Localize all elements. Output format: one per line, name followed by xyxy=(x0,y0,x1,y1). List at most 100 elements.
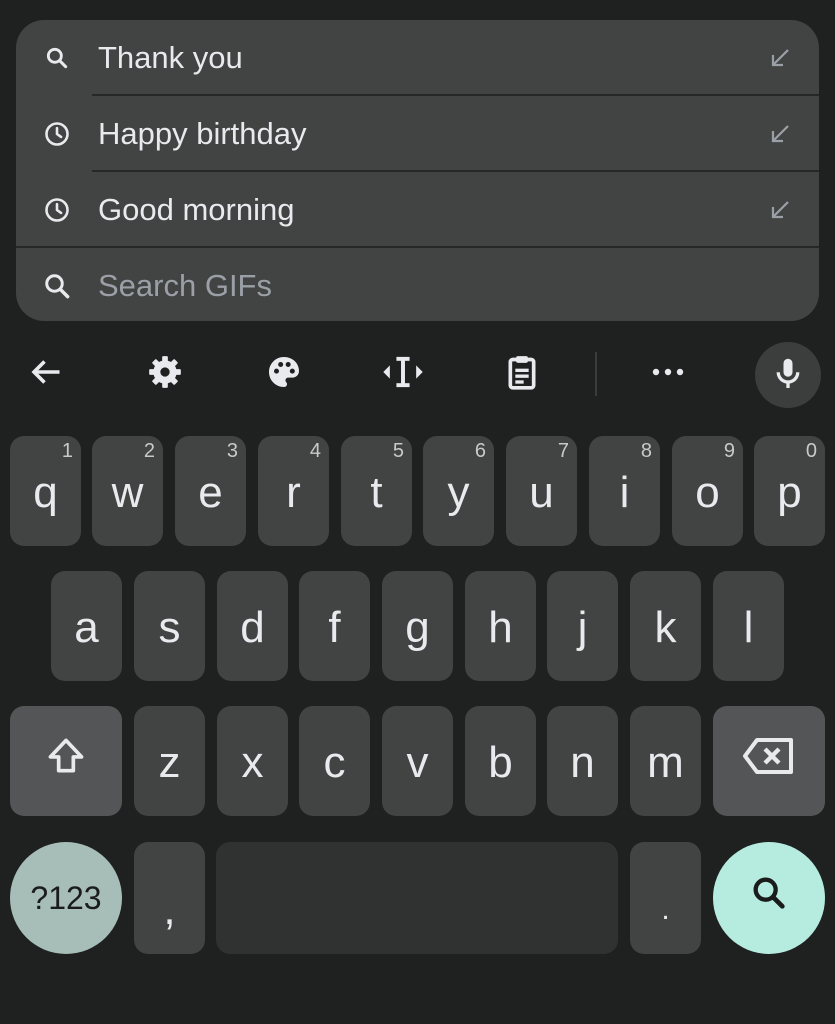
suggestion-text: Thank you xyxy=(98,39,243,75)
suggestion-item[interactable]: Good morning xyxy=(16,172,819,247)
key-label: g xyxy=(405,603,430,652)
key-label: ?123 xyxy=(30,879,102,916)
key-label: w xyxy=(111,468,144,517)
key-w[interactable]: w2 xyxy=(92,436,163,546)
mic-icon xyxy=(770,355,806,396)
key-label: s xyxy=(158,603,181,652)
key-a[interactable]: a xyxy=(51,571,122,681)
suggestion-item[interactable]: Thank you xyxy=(16,20,819,95)
history-clock-icon xyxy=(42,119,72,149)
key-label: d xyxy=(240,603,265,652)
clipboard-button[interactable] xyxy=(490,342,554,406)
key-label: , xyxy=(163,885,176,934)
key-label: i xyxy=(619,468,630,517)
key-h[interactable]: h xyxy=(465,571,536,681)
gif-search-panel: Thank you Happy birthday Good morning Se… xyxy=(16,20,819,321)
key-j[interactable]: j xyxy=(547,571,618,681)
key-x[interactable]: x xyxy=(217,706,288,816)
insert-arrow-icon[interactable] xyxy=(767,197,793,223)
text-editing-button[interactable] xyxy=(371,342,435,406)
key-label: n xyxy=(570,738,595,787)
key-m[interactable]: m xyxy=(630,706,701,816)
key-label: y xyxy=(447,468,470,517)
suggestion-text: Happy birthday xyxy=(98,115,307,151)
key-label: f xyxy=(328,603,341,652)
key-d[interactable]: d xyxy=(217,571,288,681)
key-u[interactable]: u7 xyxy=(506,436,577,546)
key-l[interactable]: l xyxy=(713,571,784,681)
search-icon xyxy=(42,43,72,73)
key-q[interactable]: q1 xyxy=(10,436,81,546)
key-hint: 9 xyxy=(723,440,735,462)
back-button[interactable] xyxy=(14,342,78,406)
key-hint: 5 xyxy=(392,440,404,462)
key-label: c xyxy=(323,738,346,787)
theme-button[interactable] xyxy=(252,342,316,406)
key-b[interactable]: b xyxy=(465,706,536,816)
key-hint: 3 xyxy=(226,440,238,462)
key-label: l xyxy=(743,603,754,652)
settings-button[interactable] xyxy=(133,342,197,406)
key-r[interactable]: r4 xyxy=(258,436,329,546)
backspace-key[interactable] xyxy=(713,706,825,816)
search-placeholder: Search GIFs xyxy=(98,267,272,303)
key-s[interactable]: s xyxy=(134,571,205,681)
key-label: o xyxy=(695,468,720,517)
gear-icon xyxy=(145,352,185,397)
key-label: q xyxy=(33,468,58,517)
key-label: r xyxy=(286,468,301,517)
key-n[interactable]: n xyxy=(547,706,618,816)
key-o[interactable]: o9 xyxy=(672,436,743,546)
key-label: k xyxy=(654,603,677,652)
suggestion-item[interactable]: Happy birthday xyxy=(16,96,819,171)
key-e[interactable]: e3 xyxy=(175,436,246,546)
space-key[interactable] xyxy=(216,842,618,954)
palette-icon xyxy=(264,352,304,397)
insert-arrow-icon[interactable] xyxy=(767,45,793,71)
key-g[interactable]: g xyxy=(382,571,453,681)
symbols-key[interactable]: ?123 xyxy=(10,842,122,954)
key-i[interactable]: i8 xyxy=(589,436,660,546)
key-label: j xyxy=(577,603,588,652)
suggestion-text: Good morning xyxy=(98,191,295,227)
key-label: x xyxy=(241,738,264,787)
key-z[interactable]: z xyxy=(134,706,205,816)
search-icon xyxy=(42,271,72,301)
key-y[interactable]: y6 xyxy=(423,436,494,546)
gif-search-field[interactable]: Search GIFs xyxy=(16,248,819,321)
key-hint: 8 xyxy=(640,440,652,462)
key-label: e xyxy=(198,468,223,517)
key-t[interactable]: t5 xyxy=(341,436,412,546)
key-c[interactable]: c xyxy=(299,706,370,816)
clipboard-icon xyxy=(502,352,542,397)
shift-key[interactable] xyxy=(10,706,122,816)
voice-input-button[interactable] xyxy=(755,342,821,408)
text-cursor-icon xyxy=(380,352,426,397)
back-arrow-icon xyxy=(28,354,64,395)
key-hint: 7 xyxy=(557,440,569,462)
search-icon xyxy=(749,873,789,924)
period-key[interactable]: . xyxy=(630,842,701,954)
key-p[interactable]: p0 xyxy=(754,436,825,546)
history-clock-icon xyxy=(42,195,72,225)
key-hint: 0 xyxy=(805,440,817,462)
search-action-key[interactable] xyxy=(713,842,825,954)
comma-key[interactable]: , xyxy=(134,842,205,954)
key-label: . xyxy=(661,893,670,926)
insert-arrow-icon[interactable] xyxy=(767,121,793,147)
key-label: u xyxy=(529,468,554,517)
key-f[interactable]: f xyxy=(299,571,370,681)
key-v[interactable]: v xyxy=(382,706,453,816)
backspace-icon xyxy=(741,734,797,789)
more-dots-icon xyxy=(650,365,686,383)
key-label: z xyxy=(158,738,181,787)
more-options-button[interactable] xyxy=(636,342,700,406)
key-hint: 4 xyxy=(309,440,321,462)
key-label: a xyxy=(74,603,99,652)
key-label: h xyxy=(488,603,513,652)
key-label: m xyxy=(647,738,684,787)
key-label: v xyxy=(406,738,429,787)
key-hint: 6 xyxy=(474,440,486,462)
key-label: b xyxy=(488,738,513,787)
key-k[interactable]: k xyxy=(630,571,701,681)
